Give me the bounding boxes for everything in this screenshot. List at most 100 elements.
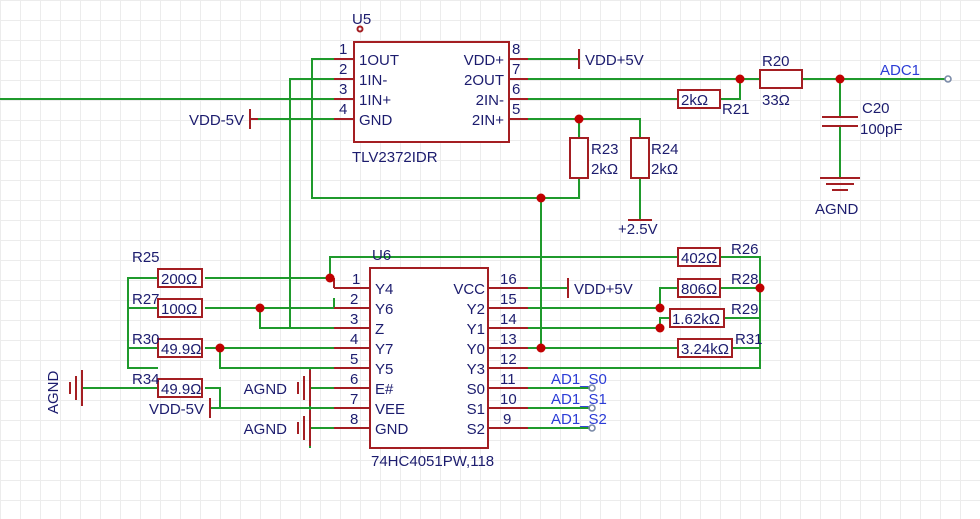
u6-pin-name: Y1 [467,321,485,338]
resistor-r25[interactable]: R25 200Ω [132,249,203,288]
u6-pin-num: 13 [500,331,517,348]
resistor-r28[interactable]: 806Ω R28 [677,271,759,298]
u6-pin-num: 5 [350,351,358,368]
resistor-r27[interactable]: R27 100Ω [132,291,203,318]
r24-body [630,137,650,179]
u5-pin-name: 2OUT [464,72,504,89]
u6-pin-name: VEE [375,401,405,418]
u5-pin-num: 3 [339,81,347,98]
ground-agnd-e: AGND [244,370,311,406]
agnd-left-label: AGND [45,370,62,414]
agnd-gnd-label: AGND [244,421,288,438]
u6-pin-num: 6 [350,371,358,388]
u5-pin-num: 4 [339,101,347,118]
r23-value: 2kΩ [591,161,618,178]
u5-pins-right: 8 7 6 5 VDD+ 2OUT 2IN- 2IN+ [464,41,528,129]
u6-pin-name: Y0 [467,341,485,358]
resistor-r34[interactable]: R34 49.9Ω [132,371,203,398]
junction-dot [835,74,845,84]
u6-pin-num: 8 [350,411,358,428]
ground-agnd-c20: AGND [815,177,860,218]
r31-ref: R31 [735,331,763,348]
junction-dot [215,343,225,353]
u6-pin-name: S2 [467,421,485,438]
u6-pin-num: 12 [500,351,517,368]
capacitor-c20[interactable]: C20 100pF [822,100,903,138]
junction-dot [536,343,546,353]
r23-ref: R23 [591,141,619,158]
u5-pin-name: VDD+ [464,52,505,69]
u5-pin-num: 5 [512,101,520,118]
r26-ref: R26 [731,241,759,258]
wire-y1-r29 [528,317,678,329]
r29-ref: R29 [731,301,759,318]
power-2v5: +2.5V [618,219,658,238]
junction-dot [755,283,765,293]
u5-pin-name: GND [359,112,393,129]
u5-pin-num: 2 [339,61,347,78]
u6-pin-name: S0 [467,381,485,398]
r24-ref: R24 [651,141,679,158]
u6-ref: U6 [372,247,391,264]
power-vdd-pos-u5: VDD+5V [578,49,644,69]
u5-pin-name: 1IN- [359,72,387,89]
r23-body [569,137,589,179]
resistor-r23[interactable]: R23 2kΩ [569,137,619,179]
junction-dot [325,273,335,283]
u5-pin-num: 7 [512,61,520,78]
u6-pin-num: 4 [350,331,358,348]
u6-pin-name: E# [375,381,394,398]
u6-multiplexer[interactable]: U6 74HC4051PW,118 1 2 3 4 5 6 7 8 Y4 Y6 … [333,247,528,470]
r28-ref: R28 [731,271,759,288]
junction-dot [536,193,546,203]
resistor-r24[interactable]: R24 2kΩ [630,137,679,179]
resistor-r29[interactable]: 1.62kΩ R29 [669,301,759,328]
u5-pin-name: 1IN+ [359,92,391,109]
u5-pin-num: 6 [512,81,520,98]
r30-value: 49.9Ω [161,341,201,358]
ref-2v5-label: +2.5V [618,221,658,238]
resistor-r20[interactable]: R20 33Ω [759,53,803,109]
u6-part: 74HC4051PW,118 [371,453,494,470]
agnd-c20-label: AGND [815,201,859,218]
junction-dot [655,303,665,313]
u5-opamp[interactable]: U5 TLV2372IDR 1 2 3 4 1OUT 1IN- 1IN+ GND… [334,11,528,166]
ad1-s1-label: AD1_S1 [551,391,607,408]
r26-value: 402Ω [681,250,717,267]
power-vdd-pos-u6: VDD+5V [567,278,633,298]
r34-value: 49.9Ω [161,381,201,398]
c20-value: 100pF [860,121,903,138]
u6-pin-num: 14 [500,311,517,328]
wire-r30-y5 [219,348,334,369]
power-vdd-neg-u6: VDD-5V [149,398,211,418]
u6-pin-num: 9 [503,411,511,428]
junction-dot [255,303,265,313]
u5-part: TLV2372IDR [352,149,438,166]
junction-dot [574,114,584,124]
vdd-pos-u5-label: VDD+5V [585,52,644,69]
wire-y6-r27 [205,298,335,309]
resistor-r26[interactable]: 402Ω R26 [677,241,759,267]
u6-pin-name: Y5 [375,361,393,378]
r29-value: 1.62kΩ [672,311,720,328]
wire-r27-y6 [259,308,290,329]
u5-ref: U5 [352,11,371,28]
u6-pin-name: Y6 [375,301,393,318]
u6-pin-num: 2 [350,291,358,308]
u6-pin-num: 1 [352,271,360,288]
c20-ref: C20 [862,100,890,117]
junction-dot [655,323,665,333]
u5-pin-name: 2IN- [476,92,504,109]
u5-pin-num: 1 [339,41,347,58]
u6-pin-name: Z [375,321,384,338]
r28-value: 806Ω [681,281,717,298]
u5-pin-name: 2IN+ [472,112,504,129]
r20-value: 33Ω [762,92,790,109]
ground-agnd-left: AGND [45,370,83,414]
wire-r23-bottom [541,178,580,199]
r21-ref: R21 [722,101,750,118]
resistor-r30[interactable]: R30 49.9Ω [132,331,203,358]
resistor-r31[interactable]: 3.24kΩ R31 [677,331,763,358]
resistor-r21[interactable]: 2kΩ R21 [677,89,750,118]
u5-pin-num: 8 [512,41,520,58]
